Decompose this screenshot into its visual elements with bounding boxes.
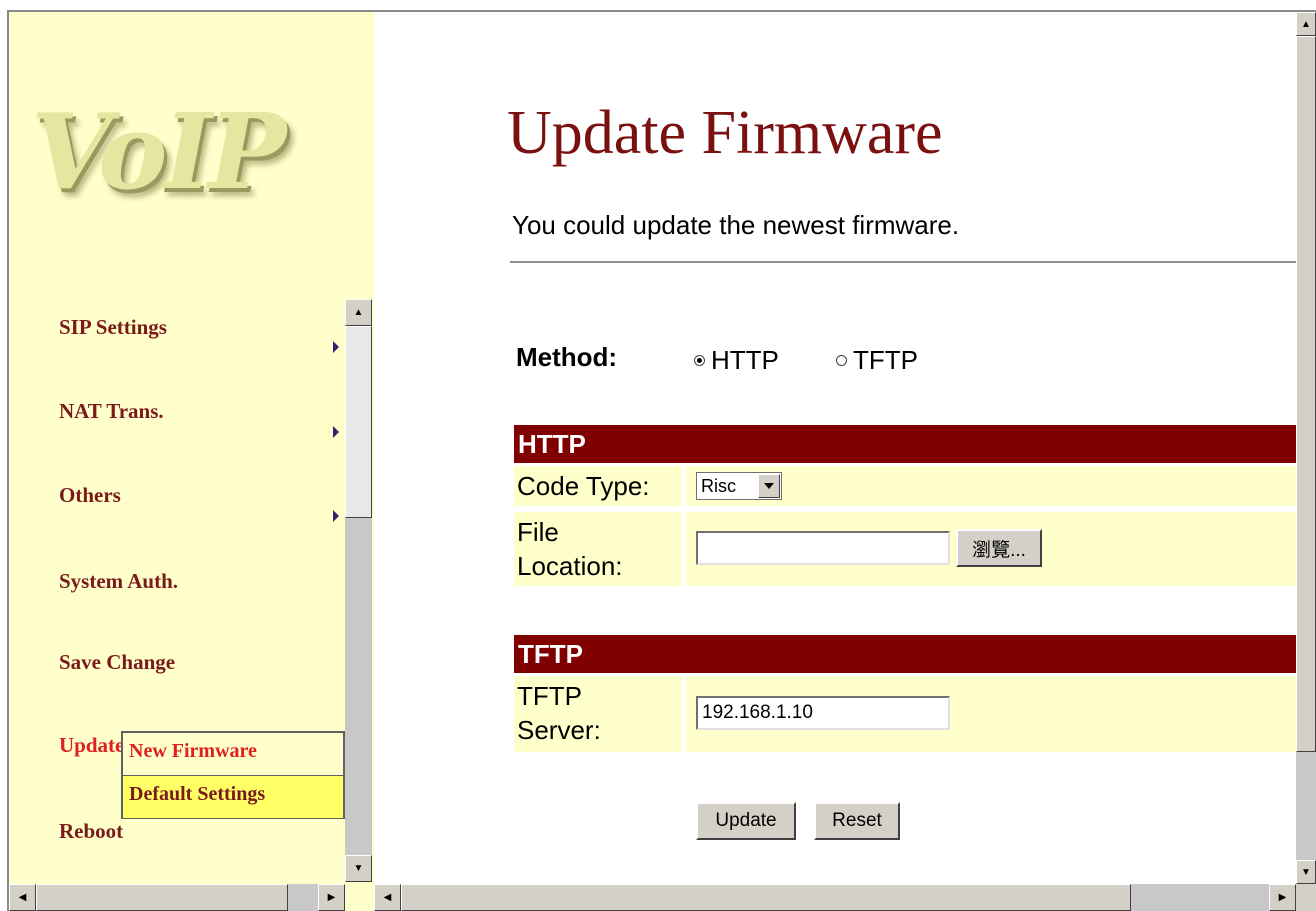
scroll-thumb[interactable] <box>401 884 1131 911</box>
menu-item-reboot[interactable]: Reboot <box>59 819 123 844</box>
scrollbar-corner <box>1296 884 1316 911</box>
code-type-value: Risc <box>701 476 736 496</box>
submenu-arrow-icon[interactable] <box>333 510 339 522</box>
menu-item-update[interactable]: Update <box>59 733 124 758</box>
main-content-frame: Update Firmware You could update the new… <box>374 12 1300 884</box>
radio-unselected-icon[interactable] <box>836 355 847 366</box>
file-location-label: File Location: <box>514 512 682 586</box>
menu-item-nat-trans[interactable]: NAT Trans. <box>59 399 164 424</box>
submenu-new-firmware[interactable]: New Firmware <box>129 740 257 763</box>
file-location-label-line1: File <box>517 517 559 547</box>
update-submenu: New Firmware Default Settings <box>121 731 345 819</box>
method-label: Method: <box>516 342 618 372</box>
scroll-thumb[interactable] <box>345 326 372 518</box>
scroll-right-button[interactable]: ▶ <box>1269 884 1296 911</box>
radio-label-http: HTTP <box>711 345 779 375</box>
tftp-server-input[interactable]: 192.168.1.10 <box>696 696 950 730</box>
main-horizontal-scrollbar[interactable]: ◀ ▶ <box>374 884 1296 911</box>
radio-selected-icon[interactable] <box>694 355 705 366</box>
radio-label-tftp: TFTP <box>853 345 918 375</box>
update-button[interactable]: Update <box>696 802 796 840</box>
file-location-input[interactable] <box>696 531 950 565</box>
tftp-server-label-line1: TFTP <box>517 681 582 711</box>
page-title: Update Firmware <box>507 99 943 167</box>
scroll-left-button[interactable]: ◀ <box>374 884 401 911</box>
left-nav-frame: VoIP SIP Settings NAT Trans. Others Syst… <box>9 12 374 911</box>
nav-horizontal-scrollbar[interactable]: ◀ ▶ <box>9 884 345 911</box>
scroll-up-button[interactable]: ▲ <box>1296 12 1316 36</box>
menu-item-save-change[interactable]: Save Change <box>59 650 175 675</box>
scroll-left-button[interactable]: ◀ <box>9 884 36 911</box>
method-radio-http[interactable]: HTTP <box>694 345 779 376</box>
http-section-header: HTTP <box>514 425 1300 463</box>
submenu-arrow-icon[interactable] <box>333 341 339 353</box>
submenu-default-settings[interactable]: Default Settings <box>129 783 265 806</box>
browse-button[interactable]: 瀏覽... <box>956 529 1042 567</box>
scroll-thumb[interactable] <box>1296 36 1316 752</box>
file-location-cell: 瀏覽... <box>686 512 1300 586</box>
scroll-right-button[interactable]: ▶ <box>318 884 345 911</box>
scroll-thumb[interactable] <box>36 884 288 911</box>
tftp-server-label: TFTP Server: <box>514 676 682 752</box>
menu-item-others[interactable]: Others <box>59 483 121 508</box>
submenu-arrow-icon[interactable] <box>333 426 339 438</box>
reset-button[interactable]: Reset <box>814 802 900 840</box>
scroll-down-button[interactable]: ▼ <box>345 855 372 882</box>
code-type-label: Code Type: <box>514 466 682 506</box>
nav-vertical-scrollbar[interactable]: ▲ ▼ <box>345 299 372 882</box>
page-subtitle: You could update the newest firmware. <box>512 210 960 240</box>
logo-area: VoIP <box>9 12 374 297</box>
tftp-server-cell: 192.168.1.10 <box>686 676 1300 752</box>
code-type-cell: Risc <box>686 466 1300 506</box>
code-type-select[interactable]: Risc <box>696 472 782 500</box>
scroll-down-button[interactable]: ▼ <box>1296 860 1316 884</box>
window-top-border <box>0 0 1316 12</box>
method-radio-tftp[interactable]: TFTP <box>836 345 918 376</box>
scroll-up-button[interactable]: ▲ <box>345 299 372 326</box>
window-left-border <box>0 10 9 911</box>
main-vertical-scrollbar[interactable]: ▲ ▼ <box>1296 12 1316 884</box>
file-location-label-line2: Location: <box>517 551 623 581</box>
menu-item-sip-settings[interactable]: SIP Settings <box>59 315 167 340</box>
voip-logo: VoIP <box>31 90 286 213</box>
tftp-server-label-line2: Server: <box>517 715 601 745</box>
menu-item-system-auth[interactable]: System Auth. <box>59 569 178 594</box>
tftp-section-header: TFTP <box>514 635 1300 673</box>
dropdown-arrow-icon[interactable] <box>758 474 780 498</box>
divider <box>510 261 1300 263</box>
